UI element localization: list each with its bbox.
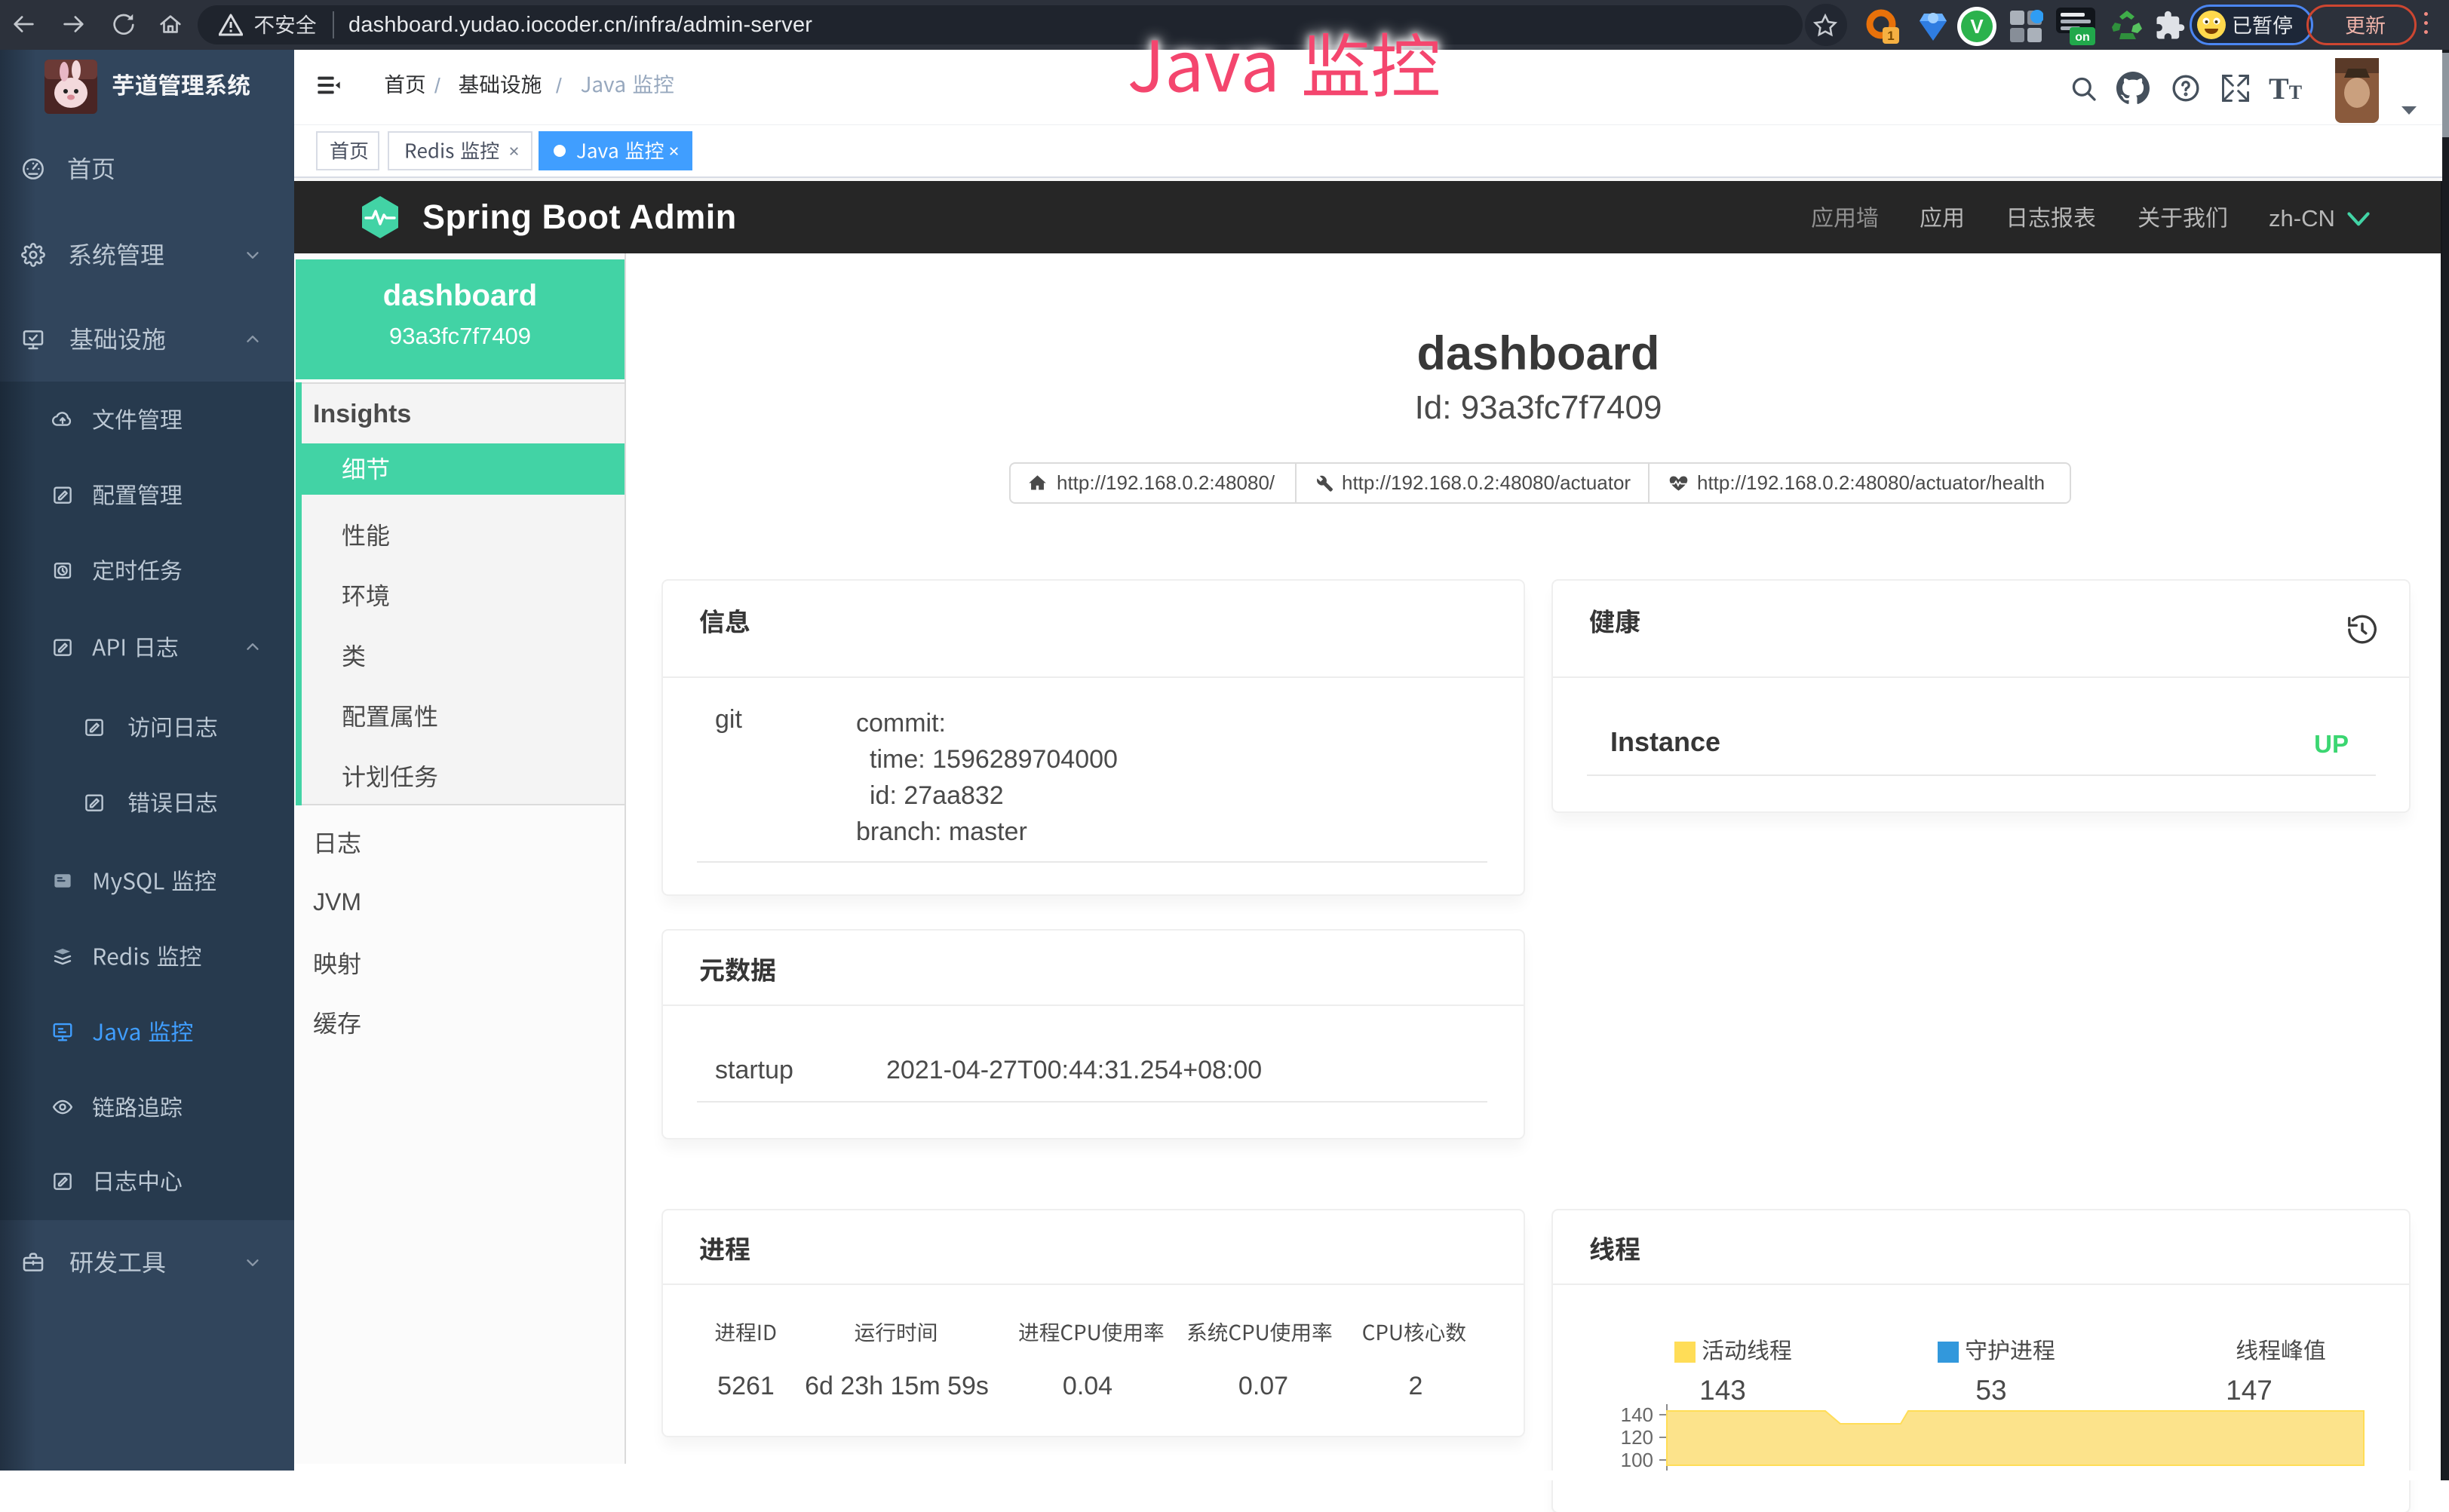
svg-text:1: 1 [1887,29,1894,43]
svg-text:V: V [1970,15,1984,38]
svg-text:120: 120 [1621,1426,1653,1449]
svg-text:100: 100 [1621,1449,1653,1471]
svg-text:on: on [2075,31,2090,44]
svg-text:140: 140 [1621,1403,1653,1426]
